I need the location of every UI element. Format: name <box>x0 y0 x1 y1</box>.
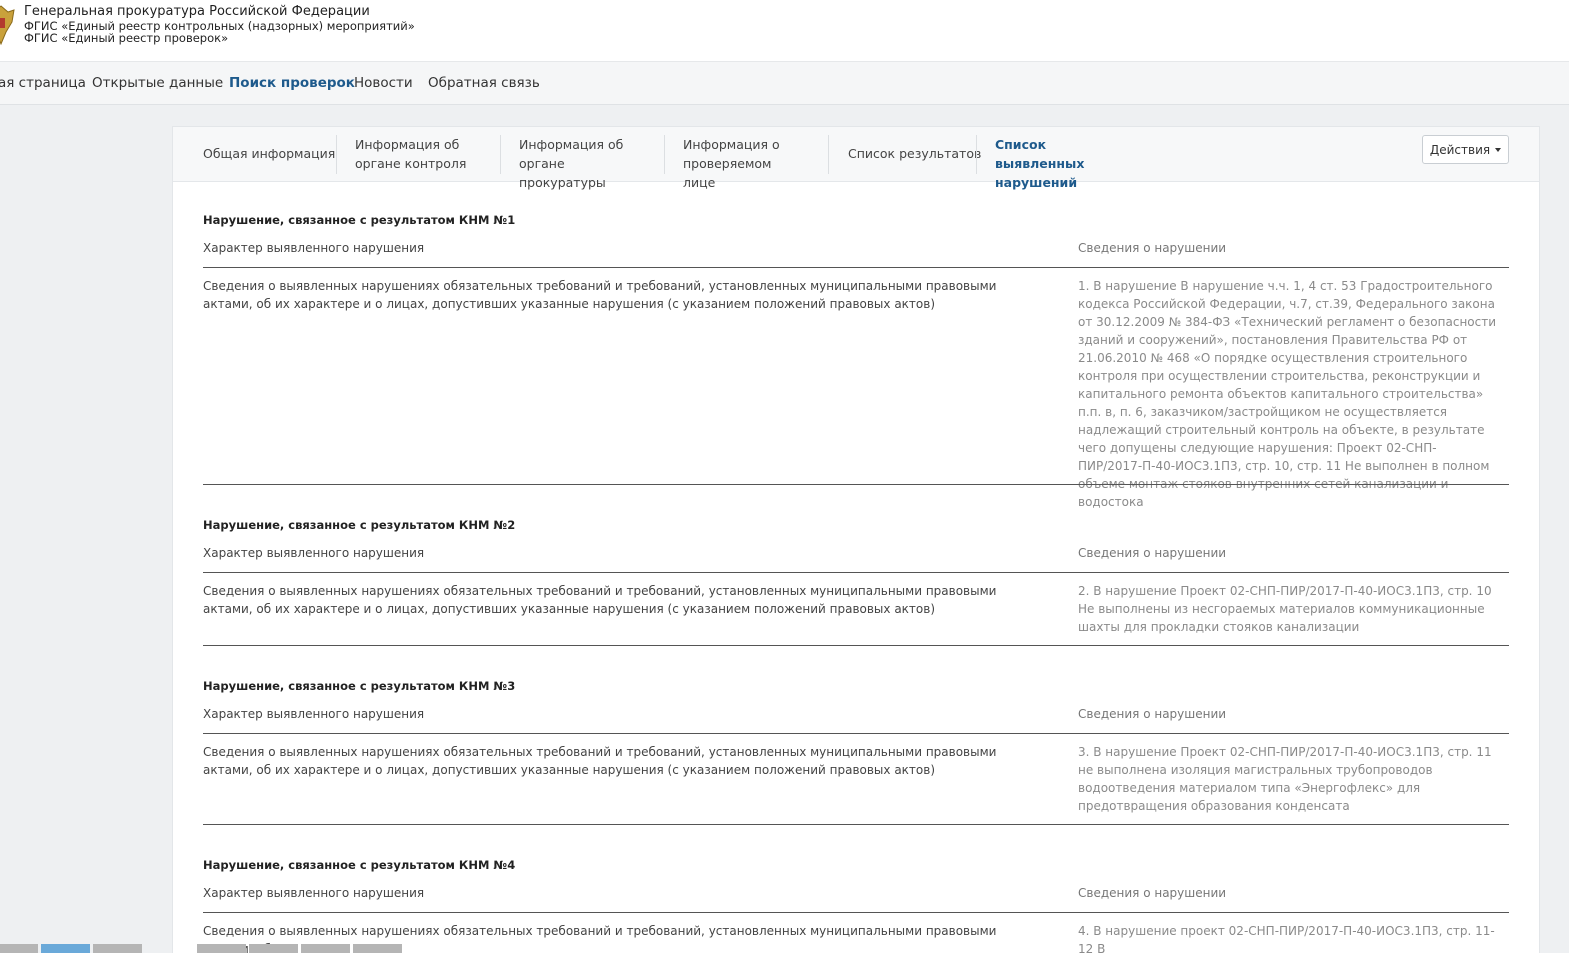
violation-nature: Сведения о выявленных нарушениях обязате… <box>203 584 997 616</box>
nav-item-feedback[interactable]: Обратная связь <box>428 75 540 91</box>
column-header-nature: Характер выявленного нарушения <box>203 886 425 900</box>
taskbar-fragment <box>0 943 1569 953</box>
violation-title: Нарушение, связанное с результатом КНМ №… <box>203 518 516 532</box>
actions-dropdown-button[interactable]: Действия <box>1422 135 1509 164</box>
russian-emblem-icon <box>0 5 15 46</box>
system-name-2: ФГИС «Единый реестр проверок» <box>24 30 229 45</box>
tab-control-body[interactable]: Информация об органе контроля <box>355 135 470 173</box>
org-name: Генеральная прокуратура Российской Федер… <box>24 4 370 19</box>
divider <box>203 572 1509 573</box>
column-header-nature: Характер выявленного нарушения <box>203 241 425 255</box>
violation-details: 2. В нарушение Проект 02-СНП-ПИР/2017-П-… <box>1078 584 1492 634</box>
tab-divider <box>828 135 829 174</box>
column-header-nature: Характер выявленного нарушения <box>203 707 425 721</box>
taskbar-item[interactable] <box>93 944 142 953</box>
taskbar-item[interactable] <box>41 944 90 953</box>
divider <box>203 645 1509 646</box>
divider <box>203 733 1509 734</box>
nav-item-open-data[interactable]: Открытые данные <box>92 75 223 91</box>
inspection-card: Общая информация Информация об органе ко… <box>172 126 1540 953</box>
caret-down-icon <box>1495 147 1502 152</box>
tab-results-list[interactable]: Список результатов <box>848 144 981 163</box>
column-header-nature: Характер выявленного нарушения <box>203 546 425 560</box>
column-header-details: Сведения о нарушении <box>1078 707 1227 721</box>
site-header: Генеральная прокуратура Российской Федер… <box>0 0 1569 61</box>
violation-nature: Сведения о выявленных нарушениях обязате… <box>203 745 997 777</box>
taskbar-item[interactable] <box>249 944 298 953</box>
taskbar-item[interactable] <box>353 944 402 953</box>
column-header-details: Сведения о нарушении <box>1078 886 1227 900</box>
divider <box>203 484 1509 485</box>
tab-general-info[interactable]: Общая информация <box>203 144 335 163</box>
taskbar-item[interactable] <box>0 944 38 953</box>
violation-title: Нарушение, связанное с результатом КНМ №… <box>203 213 516 227</box>
divider <box>203 267 1509 268</box>
tab-divider <box>336 135 337 174</box>
tab-inspected-entity[interactable]: Информация о проверяемом лице <box>683 135 803 192</box>
violation-nature: Сведения о выявленных нарушениях обязате… <box>203 279 997 311</box>
actions-label: Действия <box>1429 142 1491 157</box>
tab-divider <box>664 135 665 174</box>
taskbar-item[interactable] <box>197 944 246 953</box>
violation-title: Нарушение, связанное с результатом КНМ №… <box>203 679 516 693</box>
violation-details: 3. В нарушение Проект 02-СНП-ПИР/2017-П-… <box>1078 745 1492 813</box>
main-nav: ая страница Открытые данные Поиск провер… <box>0 61 1569 105</box>
column-header-details: Сведения о нарушении <box>1078 546 1227 560</box>
tab-violations-list[interactable]: Список выявленных нарушений <box>995 135 1119 192</box>
tab-divider <box>500 135 501 174</box>
nav-item-search[interactable]: Поиск проверок <box>229 75 355 91</box>
header-titles: Генеральная прокуратура Российской Федер… <box>24 4 415 44</box>
taskbar-item[interactable] <box>301 944 350 953</box>
violation-details: 1. В нарушение В нарушение ч.ч. 1, 4 ст.… <box>1078 279 1497 509</box>
tab-divider <box>976 135 977 174</box>
column-header-details: Сведения о нарушении <box>1078 241 1227 255</box>
tabs-bar: Общая информация Информация об органе ко… <box>173 127 1539 190</box>
divider <box>203 824 1509 825</box>
nav-item-home[interactable]: ая страница <box>0 75 86 91</box>
nav-item-news[interactable]: Новости <box>354 75 413 91</box>
divider <box>203 912 1509 913</box>
violation-title: Нарушение, связанное с результатом КНМ №… <box>203 858 516 872</box>
tab-prosecutor-body[interactable]: Информация об органе прокуратуры <box>519 135 641 192</box>
